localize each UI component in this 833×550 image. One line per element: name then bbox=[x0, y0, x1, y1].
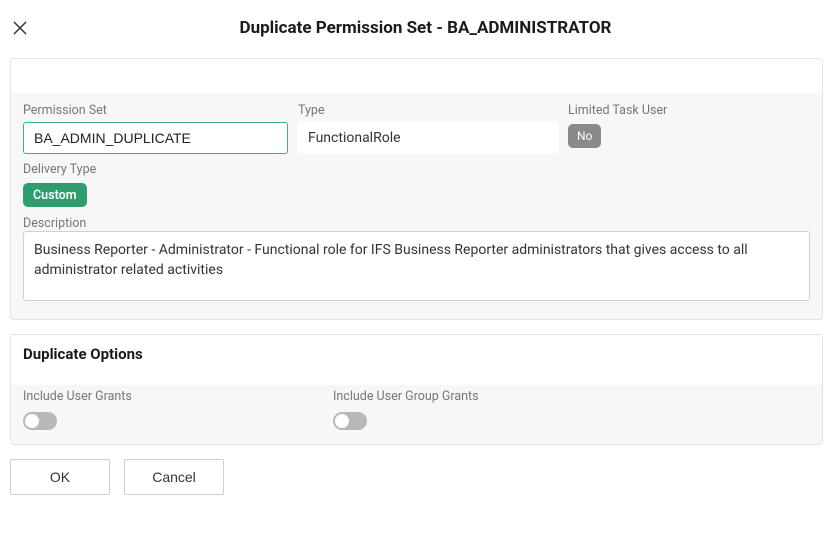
description-label: Description bbox=[23, 216, 86, 231]
include-user-grants-toggle[interactable] bbox=[23, 412, 57, 430]
permission-set-label: Permission Set bbox=[23, 103, 288, 118]
description-textarea[interactable] bbox=[23, 231, 810, 301]
cancel-button[interactable]: Cancel bbox=[124, 459, 224, 495]
limited-task-user-badge: No bbox=[568, 124, 601, 148]
include-user-grants-label: Include User Grants bbox=[23, 389, 323, 404]
ok-button[interactable]: OK bbox=[10, 459, 110, 495]
delivery-type-label: Delivery Type bbox=[23, 162, 288, 177]
close-icon[interactable] bbox=[12, 20, 28, 36]
include-user-group-grants-toggle[interactable] bbox=[333, 412, 367, 430]
limited-task-user-label: Limited Task User bbox=[568, 103, 808, 118]
delivery-type-badge: Custom bbox=[23, 183, 87, 207]
include-user-group-grants-label: Include User Group Grants bbox=[333, 389, 633, 404]
type-label: Type bbox=[298, 103, 558, 118]
permission-set-input[interactable] bbox=[23, 122, 288, 154]
type-value: FunctionalRole bbox=[298, 122, 558, 154]
main-form-card: Permission Set Type FunctionalRole Limit… bbox=[10, 58, 823, 320]
dialog-title: Duplicate Permission Set - BA_ADMINISTRA… bbox=[28, 18, 823, 38]
duplicate-options-title: Duplicate Options bbox=[23, 345, 810, 363]
duplicate-options-card: Duplicate Options Include User Grants In… bbox=[10, 334, 823, 445]
